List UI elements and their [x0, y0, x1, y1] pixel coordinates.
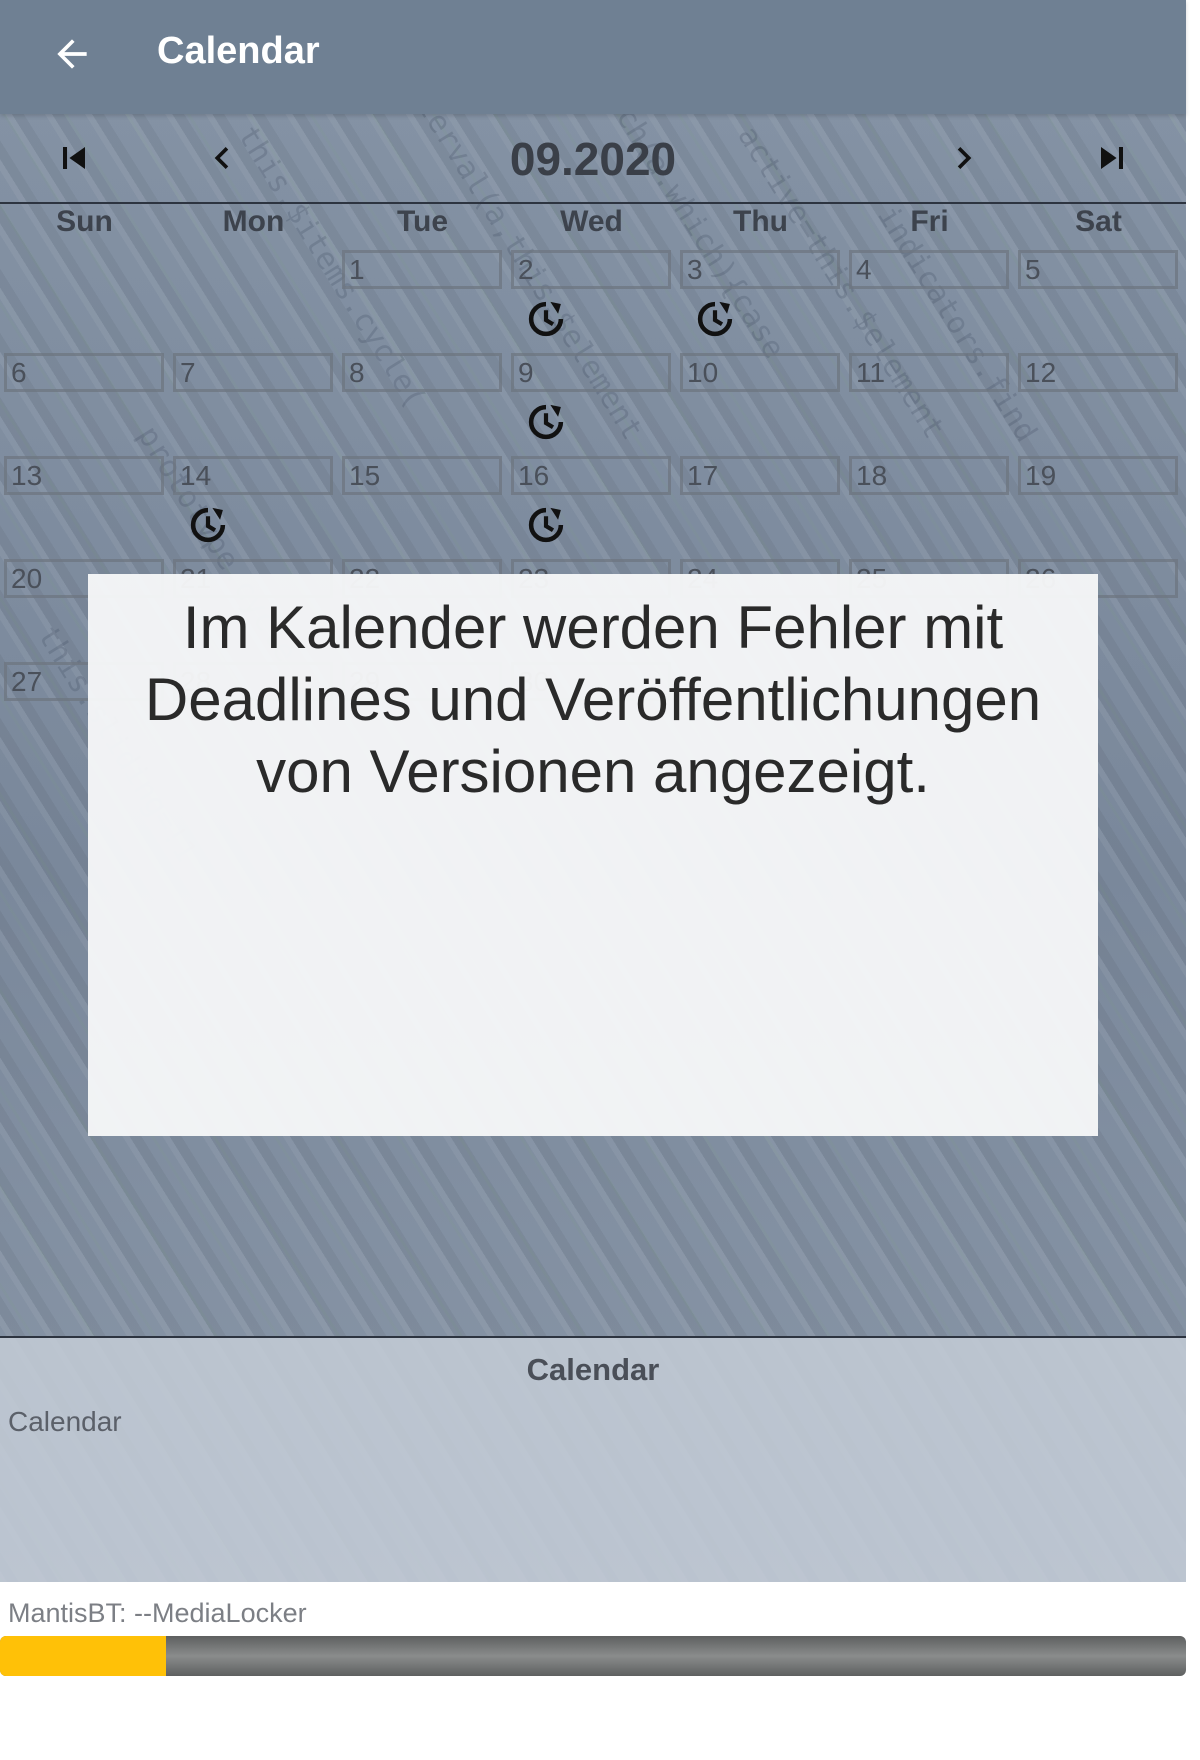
weekday-label: Tue	[396, 205, 449, 238]
bottom-panel: Calendar Calendar	[0, 1338, 1186, 1582]
page-title: Calendar	[157, 30, 320, 72]
progress-bar	[0, 1636, 1186, 1676]
day-cell[interactable]: 3	[680, 250, 840, 289]
day-cell[interactable]: 15	[342, 456, 502, 495]
arrow-back-icon[interactable]	[50, 32, 94, 76]
deadline-clock-icon[interactable]	[525, 401, 567, 443]
day-cell[interactable]: 5	[1018, 250, 1178, 289]
day-cell[interactable]: 7	[173, 353, 333, 392]
weekday-label: Fri	[910, 205, 949, 238]
month-navigation: 09.2020	[0, 114, 1186, 204]
day-cell[interactable]: 10	[680, 353, 840, 392]
footer: MantisBT: --MediaLocker	[0, 1582, 1186, 1760]
deadline-clock-icon[interactable]	[187, 504, 229, 546]
day-cell[interactable]: 17	[680, 456, 840, 495]
day-cell[interactable]: 8	[342, 353, 502, 392]
bottom-panel-title: Calendar	[526, 1352, 660, 1387]
bottom-panel-subtitle: Calendar	[8, 1406, 122, 1437]
weekday-label: Sun	[56, 205, 113, 238]
weekday-label: Mon	[222, 205, 285, 238]
calendar-screen: this.$items.cycle( interval(a,this.$elem…	[0, 0, 1186, 1760]
day-cell[interactable]: 19	[1018, 456, 1178, 495]
app-bar: Calendar	[0, 0, 1186, 114]
day-cell[interactable]: 16	[511, 456, 671, 495]
deadline-clock-icon[interactable]	[525, 298, 567, 340]
day-cell[interactable]: 6	[4, 353, 164, 392]
day-cell[interactable]: 9	[511, 353, 671, 392]
day-cell[interactable]: 12	[1018, 353, 1178, 392]
info-overlay[interactable]: Im Kalender werden Fehler mit Deadlines …	[88, 574, 1098, 1136]
deadline-clock-icon[interactable]	[525, 504, 567, 546]
weekday-label: Sat	[1075, 205, 1122, 238]
day-cell[interactable]: 13	[4, 456, 164, 495]
day-cell[interactable]: 2	[511, 250, 671, 289]
day-cell[interactable]: 11	[849, 353, 1009, 392]
deadline-clock-icon[interactable]	[694, 298, 736, 340]
day-cell[interactable]: 18	[849, 456, 1009, 495]
divider	[0, 1336, 1186, 1338]
skip-last-icon[interactable]	[1090, 136, 1134, 180]
progress-fill	[0, 1636, 167, 1676]
info-text: Im Kalender werden Fehler mit Deadlines …	[144, 594, 1042, 805]
weekday-label: Wed	[560, 205, 623, 238]
weekday-label: Thu	[733, 205, 788, 238]
day-cell[interactable]: 14	[173, 456, 333, 495]
month-year-label: 09.2020	[509, 133, 677, 185]
weekday-header: Sun Mon Tue Wed Thu Fri Sat	[0, 205, 1186, 249]
footer-label: MantisBT: --MediaLocker	[8, 1598, 307, 1628]
day-cell[interactable]: 4	[849, 250, 1009, 289]
chevron-right-icon[interactable]	[942, 136, 986, 180]
day-cell[interactable]: 1	[342, 250, 502, 289]
